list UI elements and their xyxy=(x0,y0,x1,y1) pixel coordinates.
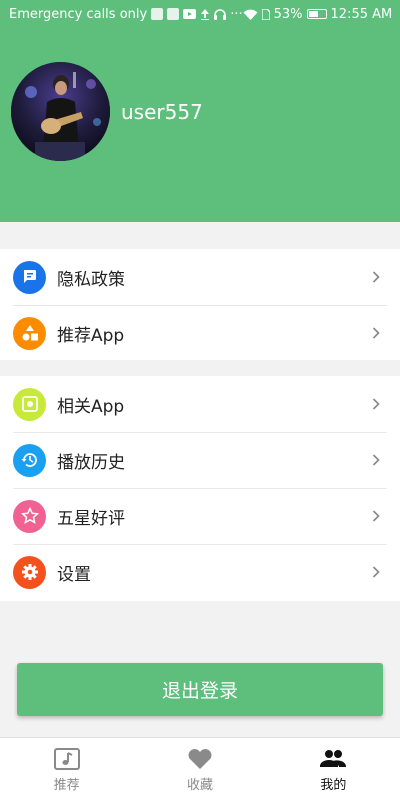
notification-icons: ··· xyxy=(151,6,243,22)
battery-icon xyxy=(306,9,327,19)
chevron-right-icon xyxy=(370,566,382,578)
menu-label: 推荐App xyxy=(57,325,125,346)
menu-label: 相关App xyxy=(57,396,125,417)
notification-icon xyxy=(151,8,164,20)
menu-item-recommended-app[interactable]: 推荐App xyxy=(0,305,400,361)
menu-item-play-history[interactable]: 播放历史 xyxy=(0,432,400,488)
tab-label: 推荐 xyxy=(53,778,80,793)
menu-label: 设置 xyxy=(57,564,91,585)
more-icon: ··· xyxy=(230,6,243,22)
bottom-tab-bar: 推荐 收藏 我的 xyxy=(0,737,400,800)
menu-label: 隐私政策 xyxy=(57,269,125,290)
music-note-icon xyxy=(53,748,80,770)
carrier-text: Emergency calls only xyxy=(9,6,148,22)
chevron-right-icon xyxy=(370,327,382,339)
chevron-right-icon xyxy=(370,454,382,466)
tab-label: 我的 xyxy=(320,778,347,793)
profile-header: user557 xyxy=(0,28,400,222)
username: user557 xyxy=(121,100,203,124)
headset-icon xyxy=(214,8,227,20)
menu-item-settings[interactable]: 设置 xyxy=(0,544,400,600)
menu-label: 五星好评 xyxy=(57,508,125,529)
menu-item-five-star-rating[interactable]: 五星好评 xyxy=(0,488,400,544)
menu-label: 播放历史 xyxy=(57,452,125,473)
sim-icon xyxy=(261,8,270,20)
wifi-icon xyxy=(243,9,258,20)
chat-icon xyxy=(13,260,46,294)
avatar[interactable] xyxy=(11,62,110,161)
notification-icon xyxy=(167,8,180,20)
menu-item-related-app[interactable]: 相关App xyxy=(0,376,400,432)
menu-card-secondary: 相关App 播放历史 五星好评 设置 xyxy=(0,376,400,601)
heart-icon xyxy=(188,749,212,769)
tab-mine[interactable]: 我的 xyxy=(267,738,400,800)
tab-label: 收藏 xyxy=(186,778,213,793)
gear-icon xyxy=(13,555,46,589)
tab-favorites[interactable]: 收藏 xyxy=(133,738,266,800)
app-icon xyxy=(13,387,46,421)
avatar-image xyxy=(11,62,110,161)
chevron-right-icon xyxy=(370,398,382,410)
youtube-icon xyxy=(183,9,197,19)
system-status: 53% 12:55 AM xyxy=(243,6,393,22)
status-bar: Emergency calls only ··· 53% 12:55 AM xyxy=(0,0,400,28)
shapes-icon xyxy=(13,316,46,350)
tab-recommend[interactable]: 推荐 xyxy=(0,738,133,800)
upload-icon xyxy=(201,8,210,20)
star-icon xyxy=(13,499,46,533)
clock: 12:55 AM xyxy=(330,6,393,22)
people-icon xyxy=(320,750,347,767)
menu-card-primary: 隐私政策 推荐App xyxy=(0,249,400,360)
battery-percent: 53% xyxy=(273,6,303,22)
history-icon xyxy=(13,443,46,477)
logout-button[interactable]: 退出登录 xyxy=(17,663,383,716)
menu-item-privacy-policy[interactable]: 隐私政策 xyxy=(0,249,400,305)
chevron-right-icon xyxy=(370,510,382,522)
chevron-right-icon xyxy=(370,271,382,283)
